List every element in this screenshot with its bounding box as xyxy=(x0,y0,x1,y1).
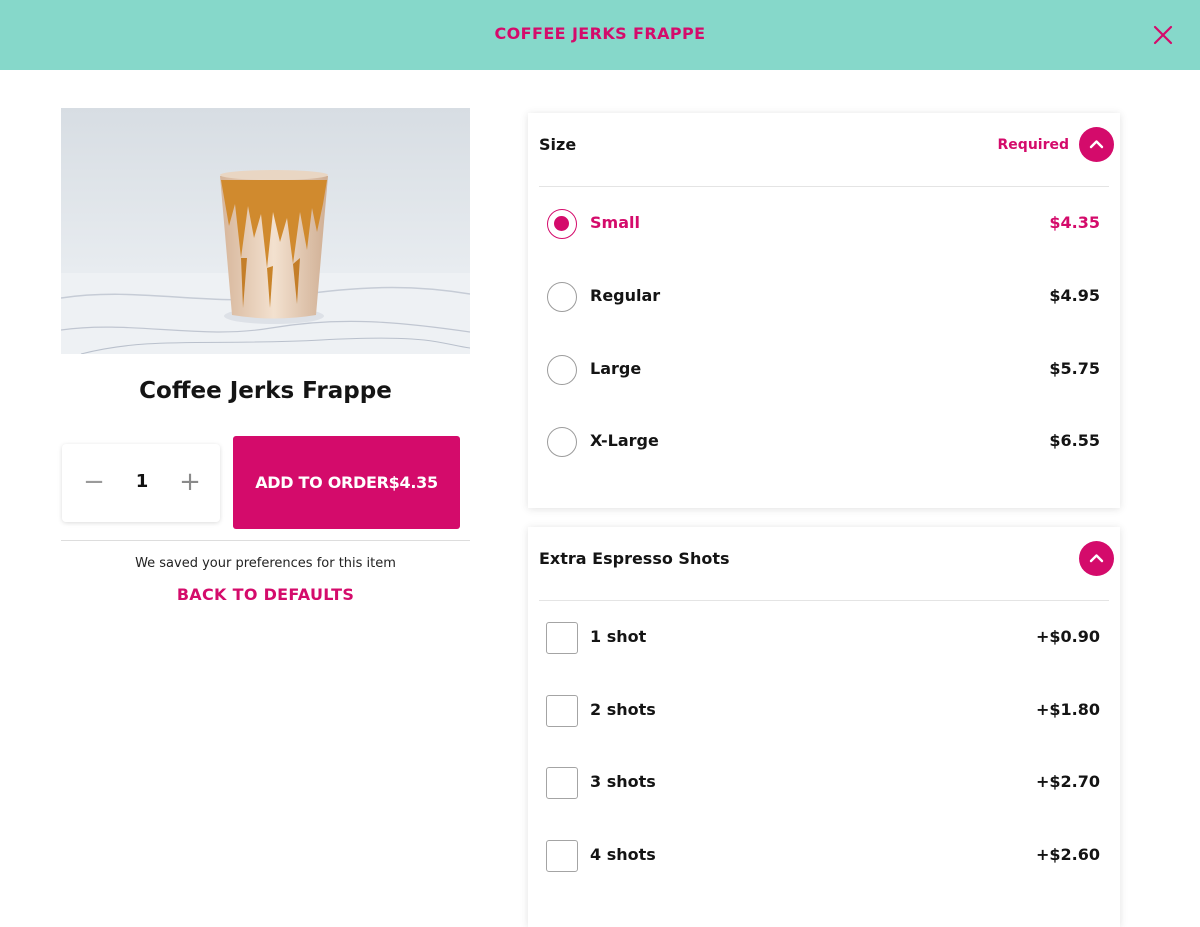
add-to-order-price: $4.35 xyxy=(388,473,438,492)
checkbox[interactable] xyxy=(546,695,578,727)
chevron-up-icon[interactable] xyxy=(1079,541,1114,576)
option-price: $4.95 xyxy=(1049,286,1100,305)
size-section: Size Required Small $4.35 Regular $4.95 … xyxy=(528,113,1120,508)
size-option-large[interactable]: Large $5.75 xyxy=(528,340,1120,400)
saved-preferences-note: We saved your preferences for this item xyxy=(135,556,396,571)
shot-option-2[interactable]: 2 shots +$1.80 xyxy=(528,681,1120,741)
chevron-up-icon[interactable] xyxy=(1079,127,1114,162)
size-option-small[interactable]: Small $4.35 xyxy=(528,194,1120,254)
back-to-defaults-link[interactable]: BACK TO DEFAULTS xyxy=(61,585,470,604)
product-image xyxy=(61,108,470,354)
size-section-header[interactable]: Size Required xyxy=(528,113,1120,186)
decrease-quantity-button[interactable]: − xyxy=(80,467,108,497)
option-label: 4 shots xyxy=(590,845,656,864)
option-label: 1 shot xyxy=(590,627,647,646)
size-option-x-large[interactable]: X-Large $6.55 xyxy=(528,412,1120,472)
radio-button[interactable] xyxy=(547,282,577,312)
checkbox[interactable] xyxy=(546,622,578,654)
required-badge: Required xyxy=(997,137,1069,153)
add-to-order-button[interactable]: ADD TO ORDER $4.35 xyxy=(233,436,460,529)
shot-option-3[interactable]: 3 shots +$2.70 xyxy=(528,753,1120,813)
divider xyxy=(539,600,1109,601)
option-label: Large xyxy=(590,359,642,378)
option-price: +$2.70 xyxy=(1035,772,1100,791)
option-price: $5.75 xyxy=(1049,359,1100,378)
divider xyxy=(61,540,470,541)
size-option-regular[interactable]: Regular $4.95 xyxy=(528,267,1120,327)
quantity-value: 1 xyxy=(135,471,149,492)
shot-option-1[interactable]: 1 shot +$0.90 xyxy=(528,608,1120,668)
option-price: +$0.90 xyxy=(1035,627,1100,646)
option-price: +$2.60 xyxy=(1035,845,1100,864)
size-section-title: Size xyxy=(539,135,577,154)
shot-option-4[interactable]: 4 shots +$2.60 xyxy=(528,826,1120,886)
increase-quantity-button[interactable]: + xyxy=(176,467,204,497)
close-icon[interactable] xyxy=(1150,22,1176,48)
option-price: $4.35 xyxy=(1049,213,1100,232)
extra-shots-section-title: Extra Espresso Shots xyxy=(539,549,730,568)
product-name: Coffee Jerks Frappe xyxy=(139,378,392,404)
quantity-stepper: − 1 + xyxy=(62,444,220,522)
option-label: 3 shots xyxy=(590,772,656,791)
option-price: $6.55 xyxy=(1049,431,1100,450)
option-label: X-Large xyxy=(590,431,659,450)
checkbox[interactable] xyxy=(546,767,578,799)
option-label: Small xyxy=(590,213,640,232)
modal-title: COFFEE JERKS FRAPPE xyxy=(494,24,706,43)
modal-header: COFFEE JERKS FRAPPE xyxy=(0,0,1200,70)
extra-shots-section-header[interactable]: Extra Espresso Shots xyxy=(528,527,1120,600)
radio-button[interactable] xyxy=(547,209,577,239)
extra-shots-section: Extra Espresso Shots 1 shot +$0.90 2 sho… xyxy=(528,527,1120,927)
checkbox[interactable] xyxy=(546,840,578,872)
radio-button[interactable] xyxy=(547,355,577,385)
add-to-order-label: ADD TO ORDER xyxy=(255,473,389,492)
radio-button[interactable] xyxy=(547,427,577,457)
divider xyxy=(539,186,1109,187)
option-label: 2 shots xyxy=(590,700,656,719)
option-price: +$1.80 xyxy=(1035,700,1100,719)
option-label: Regular xyxy=(590,286,661,305)
